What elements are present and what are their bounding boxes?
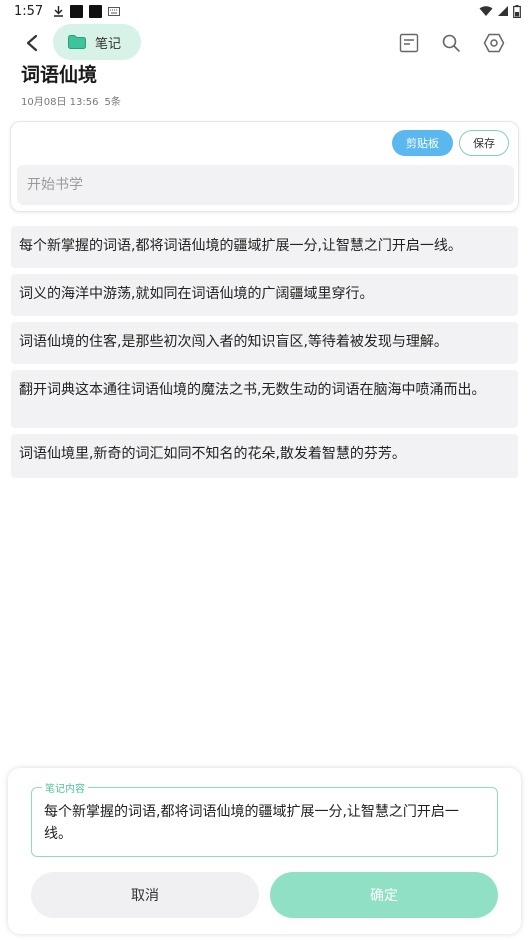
back-button[interactable] xyxy=(18,30,46,56)
list-item[interactable]: 词语仙境的住客,是那些初次闯入者的知识盲区,等待着被发现与理解。 xyxy=(11,322,518,364)
list-item[interactable]: 词义的海洋中游荡,就如同在词语仙境的广阔疆域里穿行。 xyxy=(11,274,518,316)
list-item[interactable]: 翻开词典这本通往词语仙境的魔法之书,无数生动的词语在脑海中喷涌而出。 xyxy=(11,370,518,428)
cancel-button[interactable]: 取消 xyxy=(31,872,259,918)
signal-icon xyxy=(498,6,508,16)
note-content-label: 笔记内容 xyxy=(42,780,88,795)
settings-button[interactable] xyxy=(480,30,508,56)
status-right xyxy=(479,4,521,18)
input-card: 剪贴板 保存 xyxy=(10,121,519,212)
page-title: 词语仙境 xyxy=(21,64,98,86)
folder-chip-label: 笔记 xyxy=(95,36,122,52)
note-button[interactable] xyxy=(395,30,423,56)
settings-icon xyxy=(483,33,505,53)
folder-icon xyxy=(68,35,86,49)
search-button[interactable] xyxy=(437,30,465,56)
list-item[interactable]: 每个新掌握的词语,都将词语仙境的疆域扩展一分,让智慧之门开启一线。 xyxy=(11,226,518,268)
search-icon xyxy=(442,34,460,52)
back-arrow-icon xyxy=(26,34,38,52)
page-date: 10月08日 13:56 xyxy=(21,97,99,108)
page-count: 5条 xyxy=(104,97,121,108)
battery-icon xyxy=(513,4,521,18)
list-item[interactable]: 词语仙境里,新奇的词汇如同不知名的花朵,散发着智慧的芬芳。 xyxy=(11,434,518,478)
edit-sheet: 笔记内容 每个新掌握的词语,都将词语仙境的疆域扩展一分,让智慧之门开启一线。 取… xyxy=(8,768,521,934)
note-input[interactable] xyxy=(17,165,514,205)
clipboard-button[interactable]: 剪贴板 xyxy=(392,130,453,156)
header: 笔记 xyxy=(0,24,529,62)
status-bar: 1:57 xyxy=(0,0,529,22)
notification-square-icon xyxy=(89,4,103,18)
wifi-icon xyxy=(479,6,493,16)
confirm-button[interactable]: 确定 xyxy=(270,872,498,918)
status-left: 1:57 xyxy=(14,3,121,19)
notification-square-icon xyxy=(70,4,84,18)
note-content-field[interactable]: 笔记内容 每个新掌握的词语,都将词语仙境的疆域扩展一分,让智慧之门开启一线。 xyxy=(31,780,498,857)
page-meta: 10月08日 13:56 5条 xyxy=(21,93,121,108)
note-icon xyxy=(399,33,419,53)
keyboard-icon xyxy=(108,6,121,16)
status-time: 1:57 xyxy=(14,3,44,19)
note-content-value[interactable]: 每个新掌握的词语,都将词语仙境的疆域扩展一分,让智慧之门开启一线。 xyxy=(44,801,486,845)
folder-chip[interactable]: 笔记 xyxy=(53,24,141,60)
save-button[interactable]: 保存 xyxy=(459,130,509,156)
download-icon xyxy=(54,6,64,17)
